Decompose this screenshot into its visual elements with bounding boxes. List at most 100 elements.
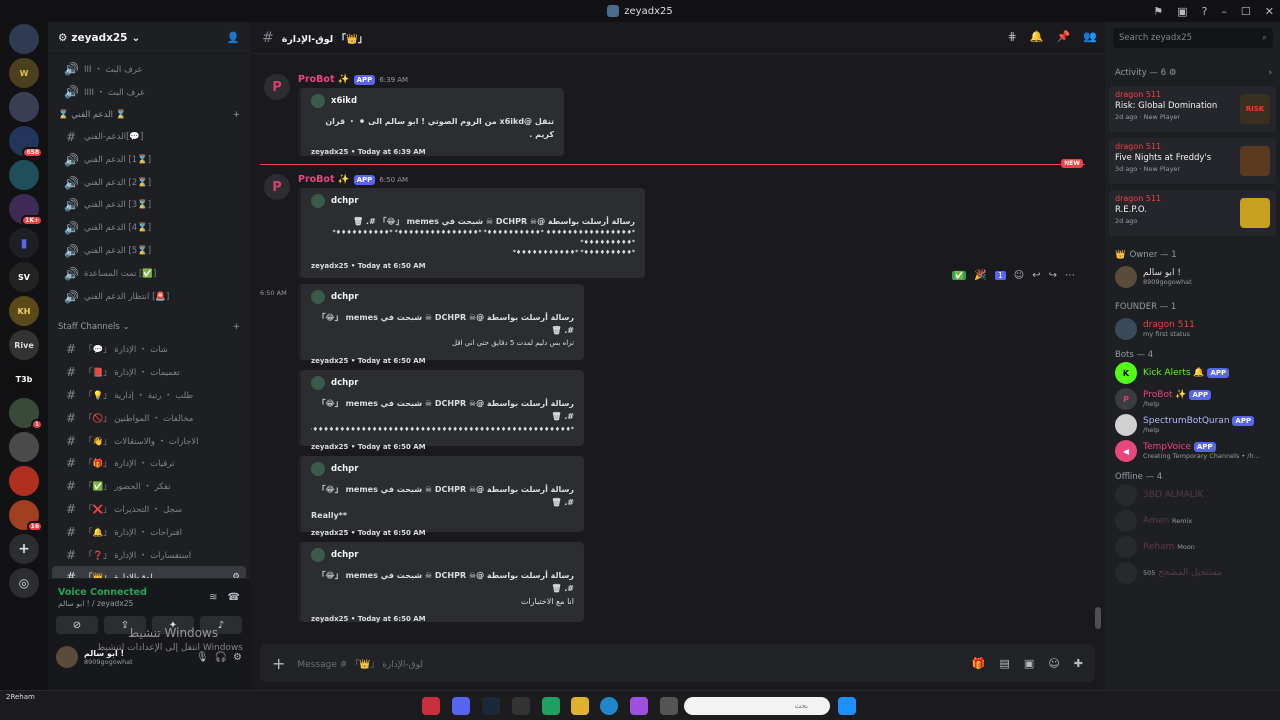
text-channel[interactable]: # استفسارات ・ الإدارة 「❓」 xyxy=(52,543,246,566)
inbox-icon[interactable]: ⚑ xyxy=(1153,5,1163,18)
reaction-check[interactable]: ✅ xyxy=(952,271,967,280)
probot-avatar[interactable]: P xyxy=(264,174,290,200)
server-icon[interactable]: 658 xyxy=(9,126,43,158)
text-channel[interactable]: # شات ・ الإدارة 「💬」 xyxy=(52,338,246,361)
text-channel[interactable]: # تعميمات ・ الإدارة 「📕」 xyxy=(52,361,246,384)
gear-icon[interactable]: ⚙ xyxy=(233,652,242,663)
server-icon[interactable]: 1K+ xyxy=(9,194,43,226)
text-channel[interactable]: # مخالفات ・ المواطنين 「🚫」 xyxy=(52,406,246,429)
add-server-icon[interactable]: + xyxy=(9,534,39,564)
more-icon[interactable]: ⋯ xyxy=(1065,270,1075,281)
voice-channel[interactable]: 🔊 عرف البث ・ III xyxy=(52,58,246,81)
app-icon[interactable] xyxy=(512,697,530,715)
taskbar-search[interactable]: بحث xyxy=(684,697,830,715)
bot-name[interactable]: ProBot ✨ xyxy=(298,174,350,185)
avatar[interactable] xyxy=(56,646,78,668)
category-staff[interactable]: Staff Channels ⌄ + xyxy=(48,316,250,338)
server-header[interactable]: ⚙ zeyadx25 ⌄ 👤 xyxy=(48,22,250,54)
voice-channel[interactable]: 🔊 عرف البث ・ IIII xyxy=(52,81,246,104)
bell-icon[interactable]: 🔔 xyxy=(1030,30,1044,43)
text-channel[interactable]: # ترقيات ・ الإدارة 「🎁」 xyxy=(52,452,246,475)
server-icon[interactable]: 1 xyxy=(9,398,43,430)
voice-channel[interactable]: 🔊 [⌛1] الدعم الفني xyxy=(52,148,246,171)
gift-icon[interactable]: 🎁 xyxy=(972,657,986,670)
reply-icon[interactable]: ↩ xyxy=(1032,270,1040,281)
voice-channel-info[interactable]: ابو سالم ! / zeyadx25 xyxy=(58,599,147,608)
probot-avatar[interactable]: P xyxy=(264,74,290,100)
member-item[interactable]: Reham Moon xyxy=(1105,534,1280,560)
discord-icon[interactable] xyxy=(452,697,470,715)
server-icon[interactable] xyxy=(9,160,39,190)
search-input[interactable]: Search zeyadx25 ⌕ xyxy=(1113,28,1273,48)
member-item[interactable]: P ProBot ✨ APP/help xyxy=(1105,386,1280,412)
message-input[interactable]: Message # 「👑」 لوق-الإدارة xyxy=(297,657,959,670)
text-channel[interactable]: # سجل ・ التحذيرات 「❌」 xyxy=(52,498,246,521)
member-item[interactable]: dragon 511 my first status xyxy=(1105,312,1280,346)
app-icon[interactable] xyxy=(542,697,560,715)
screen-icon[interactable]: ▣ xyxy=(1177,5,1187,18)
camera-button[interactable]: ⊘ xyxy=(56,616,98,634)
activity-card[interactable]: dragon 511 Risk: Global Domination 2d ag… xyxy=(1109,86,1276,132)
app-icon[interactable] xyxy=(422,697,440,715)
member-item[interactable]: ◀ TempVoice APP Creating Temporary Channel… xyxy=(1105,438,1280,464)
member-item[interactable]: K Kick Alerts 🔔 APP xyxy=(1105,360,1280,386)
voice-channel[interactable]: 🔊 [⌛2] الدعم الفني xyxy=(52,171,246,194)
apps-icon[interactable]: ✚ xyxy=(1074,657,1083,670)
add-channel-icon[interactable]: + xyxy=(233,322,240,332)
member-item[interactable]: ابو سالم ! 8909gogowhat xyxy=(1105,260,1280,294)
gear-icon[interactable]: ⚙ xyxy=(1169,68,1177,78)
minimize-button[interactable]: – xyxy=(1221,5,1227,18)
server-icon[interactable]: Rive xyxy=(9,330,39,360)
gif-icon[interactable]: ▤ xyxy=(1000,657,1010,670)
start-icon[interactable] xyxy=(838,697,856,715)
text-channel[interactable]: # طلب ・ رتبة ・ إدارية 「💡」 xyxy=(52,384,246,407)
noise-suppression-icon[interactable]: ≋ xyxy=(209,592,217,603)
members-icon[interactable]: 👥 xyxy=(1083,30,1097,43)
emoji-icon[interactable]: ☺ xyxy=(1048,657,1059,670)
reaction-party[interactable]: 🎉 xyxy=(974,270,986,281)
mic-icon[interactable]: 🎙 xyxy=(196,652,209,663)
copilot-icon[interactable] xyxy=(630,697,648,715)
folder-icon[interactable]: ▮ xyxy=(9,228,39,258)
bot-name[interactable]: ProBot ✨ xyxy=(298,74,350,85)
steam-icon[interactable] xyxy=(482,697,500,715)
discover-icon[interactable]: ◎ xyxy=(9,568,39,598)
text-channel[interactable]: # الاجازات ・ والاستقالات 「👋」 xyxy=(52,429,246,452)
disconnect-icon[interactable]: ☎ xyxy=(228,592,240,603)
server-icon[interactable] xyxy=(9,432,39,462)
server-icon[interactable]: KH xyxy=(9,296,39,326)
maximize-button[interactable]: ☐ xyxy=(1241,5,1251,18)
help-icon[interactable]: ? xyxy=(1202,5,1208,18)
attach-plus-icon[interactable]: + xyxy=(272,654,285,673)
member-item[interactable]: 3BD ALMALIK xyxy=(1105,482,1280,508)
close-button[interactable]: ✕ xyxy=(1265,5,1274,18)
add-reaction-icon[interactable]: ☺ xyxy=(1014,270,1024,281)
member-item[interactable]: SpectrumBotQuran APP/help xyxy=(1105,412,1280,438)
sticker-icon[interactable]: ▣ xyxy=(1024,657,1034,670)
activity-card[interactable]: dragon 511 R.E.P.O. 2d ago xyxy=(1109,190,1276,236)
text-channel[interactable]: # [💬]الدعم-الفني xyxy=(52,126,246,149)
server-icon[interactable] xyxy=(9,466,39,496)
pin-icon[interactable]: 📌 xyxy=(1057,30,1071,43)
headphones-icon[interactable]: 🎧 xyxy=(215,652,227,663)
scrollbar-thumb[interactable] xyxy=(1095,607,1101,629)
voice-channel[interactable]: 🔊 [✅] تمت المساعدة xyxy=(52,262,246,285)
invite-icon[interactable]: 👤 xyxy=(227,31,240,44)
threads-icon[interactable]: ⋕ xyxy=(1008,30,1017,43)
forward-icon[interactable]: ↪ xyxy=(1049,270,1057,281)
voice-channel[interactable]: 🔊 [🚨] انتظار الدعم الفني xyxy=(52,285,246,308)
add-channel-icon[interactable]: + xyxy=(233,110,240,120)
server-icon[interactable] xyxy=(9,92,39,122)
text-channel[interactable]: # تفكر ・ الحضور 「✅」 xyxy=(52,475,246,498)
reaction-one[interactable]: 1 xyxy=(994,271,1006,280)
text-channel[interactable]: # اقتراحات ・ الإدارة 「🔔」 xyxy=(52,520,246,543)
server-icon[interactable]: W xyxy=(9,58,39,88)
activity-card[interactable]: dragon 511 Five Nights at Freddy's 3d ag… xyxy=(1109,138,1276,184)
member-item[interactable]: مستحيل المصحح 505 xyxy=(1105,560,1280,586)
category-support[interactable]: ⌛ الدعم الفني ⌛ + xyxy=(48,104,250,126)
server-icon[interactable]: 16 xyxy=(9,500,43,532)
member-item[interactable]: Amen Remix xyxy=(1105,508,1280,534)
server-icon[interactable]: SV xyxy=(9,262,39,292)
voice-channel[interactable]: 🔊 [⌛3] الدعم الفني xyxy=(52,194,246,217)
edge-icon[interactable] xyxy=(600,697,618,715)
